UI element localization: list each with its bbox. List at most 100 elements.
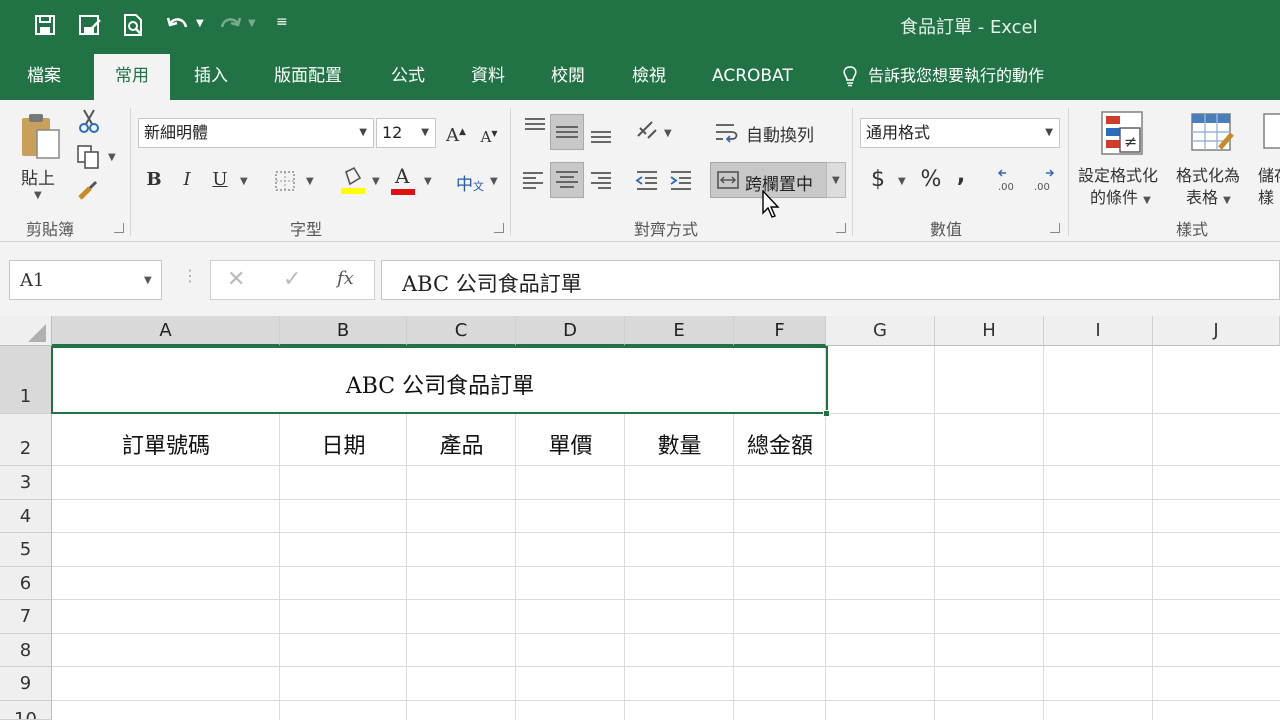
enter-icon[interactable]: ✓ xyxy=(283,267,301,292)
row-header-2[interactable]: 2 xyxy=(0,414,52,466)
row-header-6[interactable]: 6 xyxy=(0,567,52,600)
column-header-d[interactable]: D xyxy=(516,316,625,346)
fill-color-icon[interactable] xyxy=(340,166,366,196)
worksheet-grid[interactable]: A B C D E F G H I J 1 2 3 4 5 6 7 8 9 10… xyxy=(0,316,1280,720)
italic-button[interactable]: I xyxy=(176,166,198,196)
phonetic-guide-icon[interactable]: 中文 xyxy=(456,170,484,195)
column-header-g[interactable]: G xyxy=(826,316,935,346)
tab-file[interactable]: 檔案 xyxy=(27,52,61,100)
align-middle-icon[interactable] xyxy=(550,114,584,150)
percent-button[interactable]: % xyxy=(918,166,944,196)
formula-input[interactable]: ABC 公司食品訂單 xyxy=(381,260,1280,300)
row-header-4[interactable]: 4 xyxy=(0,500,52,533)
column-header-f[interactable]: F xyxy=(734,316,826,346)
copy-dropdown-icon[interactable]: ▼ xyxy=(108,152,116,163)
alignment-launcher-icon[interactable] xyxy=(836,223,846,233)
cell-e2[interactable]: 數量 xyxy=(625,428,734,460)
print-preview-icon[interactable] xyxy=(122,13,146,37)
column-header-i[interactable]: I xyxy=(1044,316,1153,346)
number-launcher-icon[interactable] xyxy=(1050,223,1060,233)
format-as-table-button[interactable]: 格式化為 表格 ▼ xyxy=(1174,108,1254,208)
cell-d2[interactable]: 單價 xyxy=(516,428,625,460)
orientation-icon[interactable] xyxy=(634,118,660,144)
underline-button[interactable]: U xyxy=(208,166,232,196)
row-header-8[interactable]: 8 xyxy=(0,634,52,667)
phonetic-dropdown-icon[interactable]: ▼ xyxy=(490,176,498,187)
align-right-icon[interactable] xyxy=(588,168,614,194)
tab-data[interactable]: 資料 xyxy=(471,52,505,100)
paste-button[interactable]: 貼上 ▼ xyxy=(16,110,66,206)
format-painter-icon[interactable] xyxy=(76,178,102,204)
align-left-icon[interactable] xyxy=(520,168,546,194)
tab-review[interactable]: 校閱 xyxy=(551,52,585,100)
copy-icon[interactable] xyxy=(76,144,102,170)
font-color-dropdown-icon[interactable]: ▼ xyxy=(424,176,432,187)
fill-color-dropdown-icon[interactable]: ▼ xyxy=(372,176,380,187)
bold-button[interactable]: B xyxy=(142,166,166,196)
save-icon[interactable] xyxy=(34,14,56,36)
cell-a1[interactable]: ABC 公司食品訂單 xyxy=(52,368,828,400)
tab-formulas[interactable]: 公式 xyxy=(391,52,425,100)
tab-home[interactable]: 常用 xyxy=(94,54,170,100)
column-header-c[interactable]: C xyxy=(407,316,516,346)
cell-a2[interactable]: 訂單號碼 xyxy=(52,428,280,460)
row-header-3[interactable]: 3 xyxy=(0,466,52,500)
row-header-9[interactable]: 9 xyxy=(0,667,52,701)
orientation-dropdown-icon[interactable]: ▼ xyxy=(664,128,672,139)
font-size-combo[interactable]: 12 ▼ xyxy=(376,118,436,148)
column-header-b[interactable]: B xyxy=(280,316,407,346)
cell-styles-button[interactable]: 儲存 樣 xyxy=(1258,108,1280,208)
tab-acrobat[interactable]: ACROBAT xyxy=(712,52,793,100)
align-bottom-icon[interactable] xyxy=(588,116,614,146)
row-header-7[interactable]: 7 xyxy=(0,600,52,634)
wrap-text-button[interactable]: 自動換列 xyxy=(714,118,824,148)
fill-handle[interactable] xyxy=(823,410,830,417)
column-header-h[interactable]: H xyxy=(935,316,1044,346)
row-header-10[interactable]: 10 xyxy=(0,701,52,720)
name-box[interactable]: A1 ▼ xyxy=(9,260,162,300)
font-color-icon[interactable]: A xyxy=(390,164,416,196)
clipboard-launcher-icon[interactable] xyxy=(114,223,124,233)
comma-button[interactable]: , xyxy=(952,162,970,192)
font-launcher-icon[interactable] xyxy=(494,223,504,233)
cancel-icon[interactable]: ✕ xyxy=(227,267,245,292)
decrease-indent-icon[interactable] xyxy=(634,168,660,194)
tab-page-layout[interactable]: 版面配置 xyxy=(274,52,342,100)
increase-indent-icon[interactable] xyxy=(668,168,694,194)
conditional-formatting-button[interactable]: ≠ 設定格式化 的條件 ▼ xyxy=(1076,108,1168,208)
cell-c2[interactable]: 產品 xyxy=(407,428,516,460)
column-header-a[interactable]: A xyxy=(52,316,280,346)
tab-view[interactable]: 檢視 xyxy=(632,52,666,100)
decrease-font-icon[interactable]: A▼ xyxy=(478,120,500,150)
select-all-button[interactable] xyxy=(0,316,52,346)
column-header-j[interactable]: J xyxy=(1153,316,1280,346)
border-icon[interactable] xyxy=(274,170,296,192)
row-header-5[interactable]: 5 xyxy=(0,533,52,567)
underline-dropdown-icon[interactable]: ▼ xyxy=(240,176,248,187)
tell-me-input[interactable]: 告訴我您想要執行的動作 xyxy=(868,52,1044,100)
formula-bar-splitter-icon[interactable]: ⋮ xyxy=(182,266,198,285)
align-center-icon[interactable] xyxy=(550,162,584,198)
merge-center-dropdown[interactable]: ▼ xyxy=(826,162,846,198)
currency-dropdown-icon[interactable]: ▼ xyxy=(898,176,906,187)
cut-icon[interactable] xyxy=(76,108,102,134)
cell-f2[interactable]: 總金額 xyxy=(734,428,826,460)
increase-font-icon[interactable]: A▲ xyxy=(444,118,468,148)
currency-button[interactable]: $ xyxy=(866,166,890,196)
undo-icon[interactable] xyxy=(166,14,190,36)
align-top-icon[interactable] xyxy=(522,116,548,142)
border-dropdown-icon[interactable]: ▼ xyxy=(306,176,314,187)
undo-dropdown-icon[interactable]: ▼ xyxy=(196,18,204,29)
cell-b2[interactable]: 日期 xyxy=(280,428,407,460)
number-format-combo[interactable]: 通用格式 ▼ xyxy=(860,118,1060,148)
insert-function-icon[interactable]: fx xyxy=(337,268,354,289)
decrease-decimal-icon[interactable]: .00 xyxy=(1032,168,1058,194)
increase-decimal-icon[interactable]: .00 xyxy=(996,168,1022,194)
column-header-e[interactable]: E xyxy=(625,316,734,346)
tab-insert[interactable]: 插入 xyxy=(194,52,228,100)
save-as-icon[interactable] xyxy=(78,14,102,36)
row-header-1[interactable]: 1 xyxy=(0,346,52,414)
paste-dropdown-icon[interactable]: ▼ xyxy=(34,190,42,201)
customize-toolbar-icon[interactable]: ≡ xyxy=(276,14,288,30)
font-name-combo[interactable]: 新細明體 ▼ xyxy=(138,118,374,148)
